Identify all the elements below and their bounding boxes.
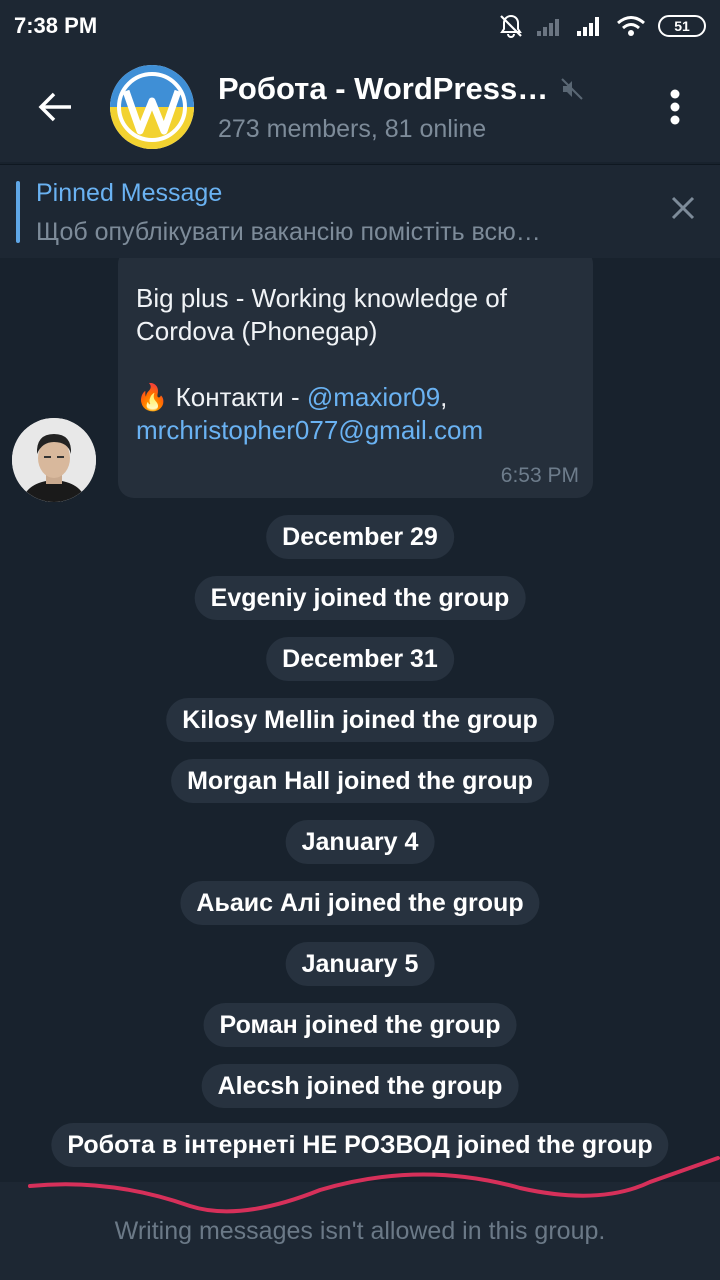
chat-area[interactable]: Big plus - Working knowledge of Cordova … <box>0 258 720 1182</box>
service-message: Kilosy Mellin joined the group <box>166 698 554 742</box>
comma: , <box>440 382 448 412</box>
signal-icon <box>537 19 559 36</box>
members-count: 273 members, 81 online <box>218 114 487 143</box>
status-bar: 7:38 PM 51 <box>0 0 720 52</box>
email-link[interactable]: mrchristopher077@gmail.com <box>136 414 575 447</box>
message-contacts: 🔥 Контакти - @maxior09, <box>136 381 575 414</box>
service-message: Аьаис Алі joined the group <box>180 881 540 925</box>
close-icon <box>671 196 695 220</box>
fire-emoji: 🔥 <box>136 382 169 412</box>
service-message: Робота в інтернеті НЕ РОЗВОД joined the … <box>51 1123 669 1167</box>
chat-header[interactable]: Робота - WordPress… 273 members, 81 onli… <box>0 52 720 162</box>
signal-icon <box>577 17 599 36</box>
mute-notifications-icon <box>500 14 522 38</box>
service-message: Alecsh joined the group <box>201 1064 519 1108</box>
wordpress-logo-icon <box>110 65 194 149</box>
pinned-close-button[interactable] <box>670 195 696 226</box>
contacts-label: Контакти - <box>168 382 307 412</box>
message-line: Big plus - Working knowledge of <box>136 283 507 313</box>
service-message: Роман joined the group <box>203 1003 517 1047</box>
back-button[interactable] <box>0 52 110 162</box>
date-separator: January 4 <box>285 820 435 864</box>
more-vertical-icon <box>670 89 680 125</box>
message-bubble[interactable]: Big plus - Working knowledge of Cordova … <box>118 258 593 498</box>
username-link[interactable]: @maxior09 <box>307 382 440 412</box>
header-title-row: Робота - WordPress… <box>218 71 630 107</box>
message-gap <box>136 348 575 381</box>
back-arrow-icon <box>38 92 71 122</box>
date-separator: December 29 <box>266 515 454 559</box>
message-line: Cordova (Phonegap) <box>136 316 378 346</box>
pinned-body: Щоб опублікувати вакансію помістіть всю… <box>36 218 541 246</box>
person-photo-icon <box>12 418 96 502</box>
message-time: 6:53 PM <box>500 464 579 487</box>
pinned-title: Pinned Message <box>36 179 223 207</box>
date-separator: December 31 <box>266 637 454 681</box>
status-icons: 51 <box>498 13 706 39</box>
writing-disabled-notice: Writing messages isn't allowed in this g… <box>114 1216 606 1245</box>
header-text[interactable]: Робота - WordPress… 273 members, 81 onli… <box>218 71 630 144</box>
avatar[interactable] <box>12 418 96 502</box>
mute-icon <box>561 77 583 100</box>
battery-level: 51 <box>674 18 690 34</box>
status-time: 7:38 PM <box>14 13 98 38</box>
more-menu-button[interactable] <box>630 52 720 162</box>
pinned-message[interactable]: Pinned Message Щоб опублікувати вакансію… <box>0 164 720 258</box>
battery-indicator: 51 <box>658 15 706 37</box>
pinned-accent-bar <box>16 181 20 243</box>
date-separator: January 5 <box>285 942 435 986</box>
service-message: Morgan Hall joined the group <box>171 759 549 803</box>
wifi-icon <box>617 16 645 36</box>
group-title: Робота - WordPress… <box>218 70 549 106</box>
bottom-bar: Writing messages isn't allowed in this g… <box>0 1182 720 1280</box>
pinned-text[interactable]: Pinned Message Щоб опублікувати вакансію… <box>36 179 626 247</box>
service-message: Evgeniy joined the group <box>194 576 526 620</box>
group-avatar[interactable] <box>110 65 194 149</box>
